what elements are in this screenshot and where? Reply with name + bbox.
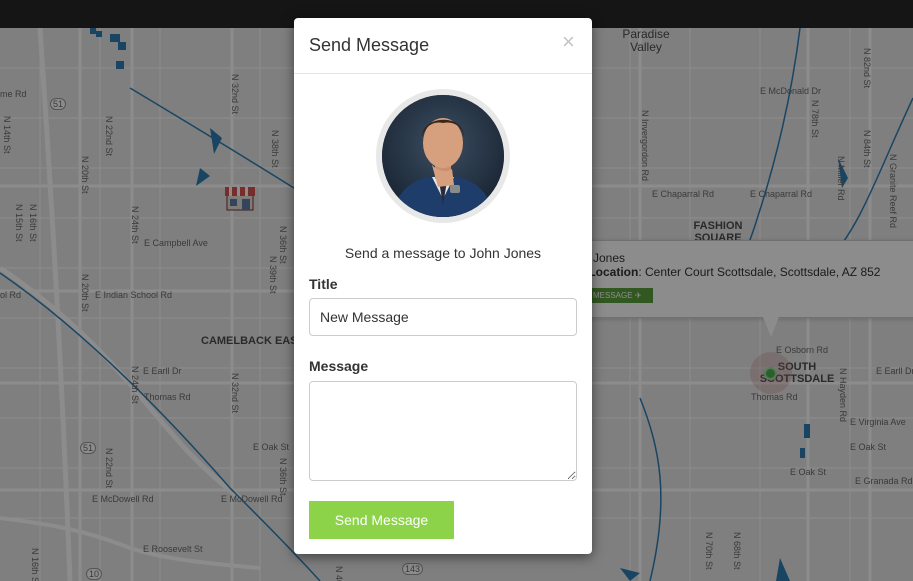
send-message-button[interactable]: Send Message: [309, 501, 454, 539]
send-to-text: Send a message to John Jones: [344, 245, 542, 261]
modal-title: Send Message: [309, 35, 430, 55]
close-icon[interactable]: ×: [562, 31, 575, 53]
avatar-photo: [382, 95, 504, 217]
send-message-modal: Send Message × Send a message to John Jo…: [294, 18, 592, 554]
avatar: [382, 95, 504, 217]
message-label: Message: [309, 358, 369, 374]
message-textarea[interactable]: [309, 381, 577, 481]
title-input[interactable]: [309, 298, 577, 336]
title-label: Title: [309, 276, 338, 292]
modal-header: Send Message ×: [294, 18, 592, 74]
